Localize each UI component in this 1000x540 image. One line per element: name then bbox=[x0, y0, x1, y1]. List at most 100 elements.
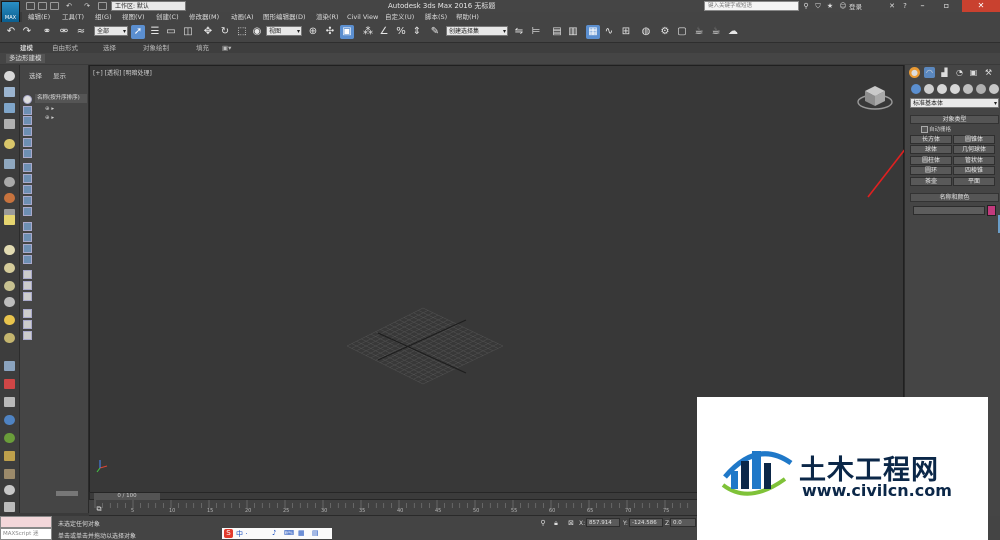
manipulate-icon[interactable]: ✣ bbox=[323, 25, 337, 39]
box-icon[interactable] bbox=[4, 87, 15, 97]
menu-scripting[interactable]: 脚本(S) bbox=[425, 12, 447, 22]
object-name-field[interactable] bbox=[913, 206, 985, 215]
scale-icon[interactable]: ⬚ bbox=[235, 25, 249, 39]
tree-icon[interactable] bbox=[4, 433, 15, 443]
menu-tools[interactable]: 工具(T) bbox=[62, 12, 84, 22]
workspace-dropdown[interactable]: 工作区: 默认 bbox=[111, 1, 186, 11]
torus-button[interactable]: 圆环 bbox=[910, 166, 952, 175]
filter-invert-icon[interactable] bbox=[23, 255, 32, 264]
login-link[interactable]: 登录 bbox=[849, 1, 862, 11]
absolute-mode-icon[interactable]: ⊠ bbox=[566, 518, 576, 528]
shapes-category-icon[interactable] bbox=[924, 84, 934, 94]
graphite-ribbon-icon[interactable]: ▦ bbox=[586, 25, 600, 39]
filter-all-icon[interactable] bbox=[23, 233, 32, 242]
subscription-icon[interactable]: ⛉ bbox=[813, 1, 823, 11]
open-file-icon[interactable] bbox=[38, 2, 47, 10]
teapot-icon[interactable] bbox=[4, 71, 15, 81]
render-iterative-icon[interactable]: ☕ bbox=[709, 25, 723, 39]
snaps-toggle-icon[interactable]: ⁂ bbox=[361, 25, 375, 39]
tab-modeling[interactable]: 建模 bbox=[20, 44, 33, 52]
helpers-category-icon[interactable] bbox=[963, 84, 973, 94]
filter-containers-icon[interactable] bbox=[23, 196, 32, 205]
name-color-rollout[interactable]: 名称和颜色 bbox=[910, 193, 999, 202]
keyboard-shortcut-override-icon[interactable]: ▣ bbox=[340, 25, 354, 39]
filter-helpers-icon[interactable] bbox=[23, 138, 32, 147]
box-button[interactable]: 长方体 bbox=[910, 135, 952, 144]
undo-icon[interactable]: ↶ bbox=[64, 1, 74, 11]
filter-xrefs-icon[interactable] bbox=[23, 174, 32, 183]
explorer-tab-display[interactable]: 显示 bbox=[53, 70, 66, 80]
menu-rendering[interactable]: 渲染(R) bbox=[316, 12, 339, 22]
container-icon[interactable] bbox=[4, 119, 15, 129]
filter-groups-icon[interactable] bbox=[23, 163, 32, 172]
track-bar[interactable]: 5 10 15 20 25 30 35 40 45 50 55 60 65 70 75 bbox=[89, 500, 699, 516]
select-object-icon[interactable]: ➚ bbox=[131, 25, 145, 39]
favorites-icon[interactable]: ★ bbox=[825, 1, 835, 11]
bind-spacewarp-icon[interactable]: ≈ bbox=[74, 25, 88, 39]
material-editor-icon[interactable]: ◍ bbox=[639, 25, 653, 39]
schematic-view-icon[interactable]: ⊞ bbox=[619, 25, 633, 39]
ime-toolbar[interactable]: S 中 · ♪ ⌨ ▦ ▤ bbox=[222, 528, 332, 539]
explorer-column-header[interactable]: 名称(按升序排序) bbox=[35, 94, 87, 103]
mini-curve-editor-icon[interactable]: ⧉ bbox=[94, 504, 104, 514]
camera-icon[interactable] bbox=[4, 159, 15, 169]
pivot-center-icon[interactable]: ⊕ bbox=[306, 25, 320, 39]
grid-helper-icon[interactable] bbox=[4, 361, 15, 371]
menu-modifiers[interactable]: 修改器(M) bbox=[189, 12, 219, 22]
select-by-name-icon[interactable]: ☰ bbox=[148, 25, 162, 39]
autogrid-checkbox[interactable]: 自动栅格 bbox=[920, 125, 951, 133]
selection-filter-dropdown[interactable]: 全部 bbox=[94, 26, 128, 36]
layer-explorer-icon[interactable]: ▤ bbox=[550, 25, 564, 39]
z-coordinate-field[interactable]: 0.0 bbox=[670, 518, 696, 527]
menu-edit[interactable]: 编辑(E) bbox=[28, 12, 50, 22]
tab-object-paint[interactable]: 对象绘制 bbox=[143, 44, 169, 52]
tab-freeform[interactable]: 自由形式 bbox=[52, 44, 78, 52]
menu-help[interactable]: 帮助(H) bbox=[456, 12, 479, 22]
layers-icon[interactable] bbox=[4, 103, 15, 113]
filter-shapes-icon[interactable] bbox=[23, 106, 32, 115]
explorer-layer-row[interactable]: ⊕ ▸ bbox=[35, 114, 87, 122]
mirror-icon[interactable]: ⇋ bbox=[512, 25, 526, 39]
redo-tool-icon[interactable]: ↷ bbox=[20, 25, 34, 39]
menu-graph-editors[interactable]: 图形编辑器(D) bbox=[263, 12, 306, 22]
window-crossing-icon[interactable]: ◫ bbox=[181, 25, 195, 39]
render-production-icon[interactable]: ☕ bbox=[692, 25, 706, 39]
lights-category-icon[interactable] bbox=[937, 84, 947, 94]
teapot-button[interactable]: 茶壶 bbox=[910, 177, 952, 186]
ime-mic-icon[interactable]: ♪ bbox=[272, 529, 276, 537]
funnel-icon[interactable] bbox=[23, 320, 32, 329]
rendered-frame-icon[interactable]: ▢ bbox=[675, 25, 689, 39]
primitive-type-dropdown[interactable]: 标准基本体 bbox=[910, 98, 999, 108]
pyramid-button[interactable]: 四棱锥 bbox=[953, 166, 995, 175]
filter-geometry-icon[interactable] bbox=[23, 95, 32, 104]
spinner-snap-icon[interactable]: ⇕ bbox=[410, 25, 424, 39]
plane-icon[interactable] bbox=[4, 215, 15, 225]
rectangle-selection-icon[interactable]: ▭ bbox=[164, 25, 178, 39]
sun-icon[interactable] bbox=[4, 315, 15, 325]
object-color-swatch[interactable] bbox=[987, 205, 996, 216]
helper-icon[interactable] bbox=[4, 177, 15, 187]
tab-populate[interactable]: 填充 bbox=[196, 44, 209, 52]
spacewarps-category-icon[interactable] bbox=[976, 84, 986, 94]
object-type-rollout[interactable]: 对象类型 bbox=[910, 115, 999, 124]
find-icon[interactable] bbox=[23, 270, 32, 279]
move-icon[interactable]: ✥ bbox=[201, 25, 215, 39]
globe-icon[interactable] bbox=[4, 415, 15, 425]
close-button[interactable]: ✕ bbox=[962, 0, 1000, 12]
filter-hidden-icon[interactable] bbox=[23, 222, 32, 231]
angle-snap-icon[interactable]: ∠ bbox=[377, 25, 391, 39]
sogou-logo-icon[interactable]: S bbox=[224, 529, 233, 538]
minimize-button[interactable]: – bbox=[914, 0, 931, 12]
reference-coordinate-dropdown[interactable]: 视图 bbox=[266, 26, 302, 36]
sphere-button[interactable]: 球体 bbox=[910, 145, 952, 154]
geometry-category-icon[interactable] bbox=[911, 84, 921, 94]
exchange-icon[interactable]: ✕ bbox=[887, 1, 897, 11]
percent-snap-icon[interactable]: % bbox=[394, 25, 408, 39]
menu-customize[interactable]: 自定义(U) bbox=[385, 12, 414, 22]
menu-create[interactable]: 创建(C) bbox=[156, 12, 179, 22]
sort-icon[interactable] bbox=[23, 281, 32, 290]
project-folder-icon[interactable] bbox=[98, 2, 107, 10]
menu-civil-view[interactable]: Civil View bbox=[347, 12, 378, 22]
polygon-modeling-label[interactable]: 多边形建模 bbox=[6, 54, 45, 63]
render-sphere-icon[interactable] bbox=[4, 485, 15, 495]
